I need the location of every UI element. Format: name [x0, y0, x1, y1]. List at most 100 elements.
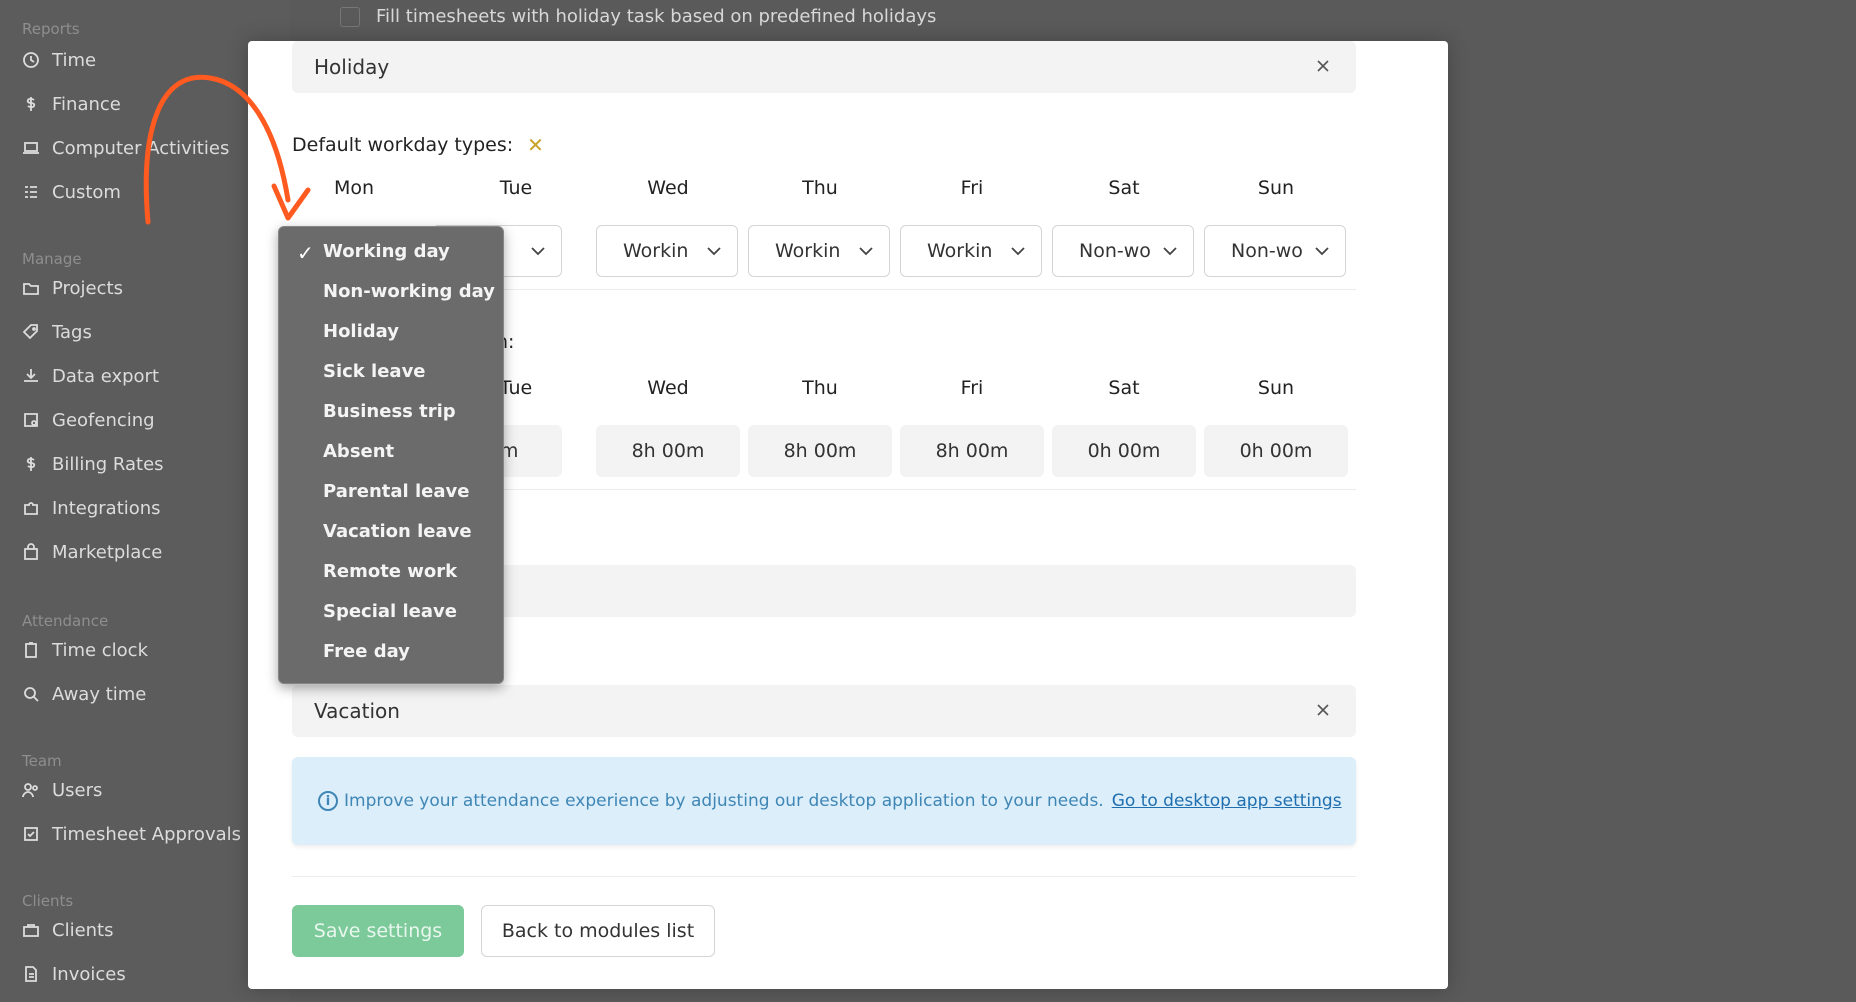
clipboard-icon [20, 639, 42, 661]
laptop-icon [20, 137, 42, 159]
list-icon [20, 181, 42, 203]
day-header-fri: Fri [960, 377, 984, 399]
desktop-app-settings-link[interactable]: Go to desktop app settings [1112, 791, 1342, 811]
sidebar-item-projects[interactable]: Projects [20, 271, 123, 305]
sidebar-item-time[interactable]: Time [20, 43, 96, 77]
hours-input-sun[interactable]: 0h 00m [1204, 425, 1348, 477]
day-header-fri: Fri [960, 177, 984, 199]
clear-holiday-icon[interactable] [1312, 55, 1334, 77]
sidebar-item-label: Custom [52, 181, 121, 203]
divider [428, 489, 1356, 490]
workday-select-sat[interactable]: Non-wo [1052, 225, 1194, 277]
day-header-thu: Thu [802, 377, 838, 399]
info-text: Improve your attendance experience by ad… [344, 791, 1104, 811]
divider [428, 289, 1356, 290]
hours-input-fri[interactable]: 8h 00m [900, 425, 1044, 477]
dropdown-option-business-trip[interactable]: Business trip [323, 401, 456, 422]
dropdown-option-vacation-leave[interactable]: Vacation leave [323, 521, 472, 542]
workday-select-value: Workin [927, 240, 993, 262]
sidebar-section-reports: Reports [22, 20, 80, 38]
workday-type-dropdown[interactable]: ✓ Working day Non-working day Holiday Sick … [278, 226, 504, 684]
dropdown-option-non-working-day[interactable]: Non-working day [323, 281, 495, 302]
workday-select-wed[interactable]: Workin [596, 225, 738, 277]
fill-timesheets-label: Fill timesheets with holiday task based … [376, 6, 937, 27]
dollar-icon [20, 453, 42, 475]
chevron-down-icon [1011, 247, 1025, 256]
workday-select-sun[interactable]: Non-wo [1204, 225, 1346, 277]
sidebar-item-data-export[interactable]: Data export [20, 359, 159, 393]
day-header-sat: Sat [1108, 177, 1140, 199]
dropdown-option-working-day[interactable]: Working day [323, 241, 450, 262]
download-icon [20, 365, 42, 387]
dropdown-option-special-leave[interactable]: Special leave [323, 601, 457, 622]
dollar-icon [20, 93, 42, 115]
hours-input-wed[interactable]: 8h 00m [596, 425, 740, 477]
vacation-task-field[interactable]: Vacation [292, 685, 1356, 737]
sidebar-item-tags[interactable]: Tags [20, 315, 92, 349]
sidebar-item-invoices[interactable]: Invoices [20, 957, 126, 991]
sidebar-item-marketplace[interactable]: Marketplace [20, 535, 162, 569]
sidebar-item-custom[interactable]: Custom [20, 175, 121, 209]
workday-select-value: Non-wo [1079, 240, 1151, 262]
sidebar-item-label: Data export [52, 365, 160, 387]
sidebar-item-finance[interactable]: Finance [20, 87, 121, 121]
sidebar-item-users[interactable]: Users [20, 773, 102, 807]
tag-icon [20, 321, 42, 343]
dropdown-option-remote-work[interactable]: Remote work [323, 561, 457, 582]
divider [292, 876, 1356, 877]
chevron-down-icon [1315, 247, 1329, 256]
sidebar-item-away-time[interactable]: Away time [20, 677, 146, 711]
day-header-wed: Wed [647, 377, 689, 399]
save-settings-button[interactable]: Save settings [292, 905, 464, 957]
sidebar-item-timesheet-approvals[interactable]: Timesheet Approvals [20, 817, 241, 851]
holiday-task-field[interactable]: Holiday [292, 41, 1356, 93]
sidebar-item-label: Time [52, 49, 97, 71]
chevron-down-icon [707, 247, 721, 256]
briefcase-icon [20, 919, 42, 941]
sidebar-item-time-clock[interactable]: Time clock [20, 633, 148, 667]
check-square-icon [20, 823, 42, 845]
sidebar-item-geofencing[interactable]: Geofencing [20, 403, 155, 437]
vacation-task-value: Vacation [314, 699, 400, 723]
sidebar-section-manage: Manage [22, 250, 82, 268]
day-header-tue: Tue [499, 177, 533, 199]
checkmark-icon: ✓ [297, 241, 314, 265]
sidebar-item-label: Time clock [52, 639, 149, 661]
unsaved-x-icon: ✕ [527, 133, 544, 157]
day-header-sun: Sun [1257, 377, 1295, 399]
away-icon [20, 683, 42, 705]
hours-input-thu[interactable]: 8h 00m [748, 425, 892, 477]
fill-timesheets-checkbox[interactable] [340, 6, 360, 27]
dropdown-option-free-day[interactable]: Free day [323, 641, 410, 662]
folders-icon [20, 277, 42, 299]
clock-icon [20, 49, 42, 71]
map-pin-icon [20, 409, 42, 431]
annotation-arrow-icon [143, 74, 311, 225]
workday-select-thu[interactable]: Workin [748, 225, 890, 277]
sidebar-item-label: Finance [52, 93, 121, 115]
day-header-wed: Wed [647, 177, 689, 199]
sidebar-item-label: Marketplace [52, 541, 163, 563]
sidebar-item-label: Clients [52, 919, 114, 941]
workday-select-value: Workin [775, 240, 841, 262]
blank-field[interactable] [428, 565, 1356, 617]
sidebar-item-label: Billing Rates [52, 453, 164, 475]
back-to-modules-button[interactable]: Back to modules list [481, 905, 715, 957]
dropdown-option-sick-leave[interactable]: Sick leave [323, 361, 426, 382]
clear-vacation-icon[interactable] [1312, 699, 1334, 721]
sidebar-section-team: Team [22, 752, 62, 770]
puzzle-icon [20, 497, 42, 519]
sidebar-item-label: Users [52, 779, 103, 801]
sidebar-item-clients[interactable]: Clients [20, 913, 114, 947]
sidebar-section-attendance: Attendance [22, 612, 109, 630]
sidebar-item-integrations[interactable]: Integrations [20, 491, 161, 525]
dropdown-option-absent[interactable]: Absent [323, 441, 394, 462]
workday-select-value: Workin [623, 240, 689, 262]
dropdown-option-holiday[interactable]: Holiday [323, 321, 399, 342]
sidebar-item-billing-rates[interactable]: Billing Rates [20, 447, 164, 481]
dropdown-option-parental-leave[interactable]: Parental leave [323, 481, 469, 502]
workday-select-fri[interactable]: Workin [900, 225, 1042, 277]
sidebar-item-label: Tags [52, 321, 92, 343]
hours-input-sat[interactable]: 0h 00m [1052, 425, 1196, 477]
day-header-thu: Thu [802, 177, 838, 199]
